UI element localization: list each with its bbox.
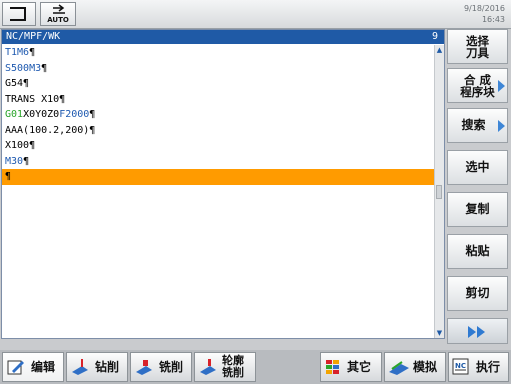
return-arrow-icon xyxy=(10,7,26,21)
drill-icon xyxy=(72,359,88,375)
submenu-arrow-icon xyxy=(498,120,505,132)
program-index: 9 xyxy=(431,31,438,42)
simulate-label: 模拟 xyxy=(413,360,438,374)
contour-mill-tab[interactable]: 轮廓 铣削 xyxy=(194,352,256,382)
code-token: F2000 xyxy=(59,109,90,120)
scroll-down-icon[interactable]: ▼ xyxy=(435,328,444,338)
time-text: 16:43 xyxy=(481,15,505,24)
edit-label: 编辑 xyxy=(31,360,56,374)
code-token: M30 xyxy=(5,155,24,167)
forward-icon xyxy=(477,326,485,338)
mill-tab[interactable]: 铣削 xyxy=(130,352,192,382)
execute-tab[interactable]: NC 执行 xyxy=(448,352,509,382)
code-line[interactable]: AAA(100.2,200)¶ xyxy=(2,123,436,139)
contour-mill-icon xyxy=(200,359,216,375)
code-area[interactable]: T1M6¶ S500M3¶ G54¶ TRANS X10¶ G01X0Y0Z0F2000… xyxy=(2,45,436,185)
auto-arrow-icon xyxy=(53,4,65,14)
search-button[interactable]: 搜索 xyxy=(447,108,508,143)
copy-label: 复制 xyxy=(465,202,490,216)
execute-label: 执行 xyxy=(476,360,501,374)
code-line[interactable]: X100¶ xyxy=(2,138,436,154)
select-tool-button[interactable]: 选择 刀具 xyxy=(447,29,508,64)
code-token: ¶ xyxy=(89,109,96,120)
code-line[interactable]: TRANS X10¶ xyxy=(2,92,436,108)
editor-scrollbar[interactable]: ▲ ▼ xyxy=(434,45,444,338)
program-mode-button[interactable] xyxy=(2,2,36,26)
code-line[interactable]: G01X0Y0Z0F2000¶ xyxy=(2,107,436,123)
select-label: 选中 xyxy=(465,160,490,174)
code-token: T1M6 xyxy=(5,47,30,58)
cut-button[interactable]: 剪切 xyxy=(447,276,508,311)
paste-button[interactable]: 粘贴 xyxy=(447,234,508,269)
edit-tab[interactable]: 编辑 xyxy=(2,352,64,382)
select-button[interactable]: 选中 xyxy=(447,150,508,185)
edit-icon xyxy=(7,360,24,375)
select-tool-label-2: 刀具 xyxy=(466,46,489,60)
other-label: 其它 xyxy=(347,360,372,374)
auto-mode-button[interactable]: AUTO xyxy=(40,2,76,26)
code-token: ¶ xyxy=(5,171,12,182)
mill-icon xyxy=(136,360,152,375)
code-line[interactable]: T1M6¶ xyxy=(2,45,436,61)
simulate-tab[interactable]: 模拟 xyxy=(384,352,446,382)
nc-execute-icon: NC xyxy=(452,358,469,375)
code-line-selected[interactable]: ¶ xyxy=(2,169,436,185)
vertical-softkey-bar: 选择 刀具 合 成 程序块 搜索 选中 复制 粘贴 剪切 xyxy=(447,29,509,344)
submenu-arrow-icon xyxy=(498,80,505,92)
code-line[interactable]: S500M3¶ xyxy=(2,61,436,77)
horizontal-softkey-bar: 编辑 钻削 铣削 轮廓 铣削 其它 模拟 NC 执行 xyxy=(0,350,511,384)
drill-tab[interactable]: 钻削 xyxy=(66,352,128,382)
other-icon xyxy=(326,360,339,374)
code-token: ¶ xyxy=(23,155,30,167)
compile-block-button[interactable]: 合 成 程序块 xyxy=(447,68,508,103)
empty-softkey xyxy=(258,352,318,382)
simulate-icon xyxy=(389,361,409,375)
mill-label: 铣削 xyxy=(159,360,184,374)
auto-label: AUTO xyxy=(47,16,69,24)
drill-label: 钻削 xyxy=(95,360,120,374)
svg-text:NC: NC xyxy=(455,362,466,370)
program-editor[interactable]: NC/MPF/WK 9 T1M6¶ S500M3¶ G54¶ TRANS X10¶ G0… xyxy=(1,29,445,339)
code-token: G54¶ xyxy=(5,78,30,89)
scroll-up-icon[interactable]: ▲ xyxy=(435,45,444,55)
other-tab[interactable]: 其它 xyxy=(320,352,382,382)
code-token: TRANS X10¶ xyxy=(5,93,66,105)
code-token: X100¶ xyxy=(5,140,36,151)
paste-label: 粘贴 xyxy=(465,244,490,258)
program-path: NC/MPF/WK xyxy=(6,31,61,42)
select-tool-label-1: 选择 xyxy=(466,34,489,48)
code-line[interactable]: G54¶ xyxy=(2,76,436,92)
forward-icon xyxy=(468,326,476,338)
date-time: 9/18/2016 16:43 xyxy=(464,3,505,25)
code-token: AAA(100.2,200)¶ xyxy=(5,124,96,136)
date-text: 9/18/2016 xyxy=(463,4,505,13)
cut-label: 剪切 xyxy=(465,286,490,300)
code-token: S500M3 xyxy=(5,62,42,74)
code-token: ¶ xyxy=(41,62,48,74)
code-token: X0Y0Z0 xyxy=(23,109,60,120)
scroll-thumb[interactable] xyxy=(436,185,442,199)
copy-button[interactable]: 复制 xyxy=(447,192,508,227)
code-line[interactable]: M30¶ xyxy=(2,154,436,170)
editor-title-bar: NC/MPF/WK 9 xyxy=(2,30,444,44)
contour-mill-label-2: 铣削 xyxy=(222,366,244,379)
next-page-button[interactable] xyxy=(447,318,508,344)
top-bar: AUTO 9/18/2016 16:43 xyxy=(0,0,511,29)
code-token: G01 xyxy=(5,109,24,120)
code-token: ¶ xyxy=(29,47,36,58)
